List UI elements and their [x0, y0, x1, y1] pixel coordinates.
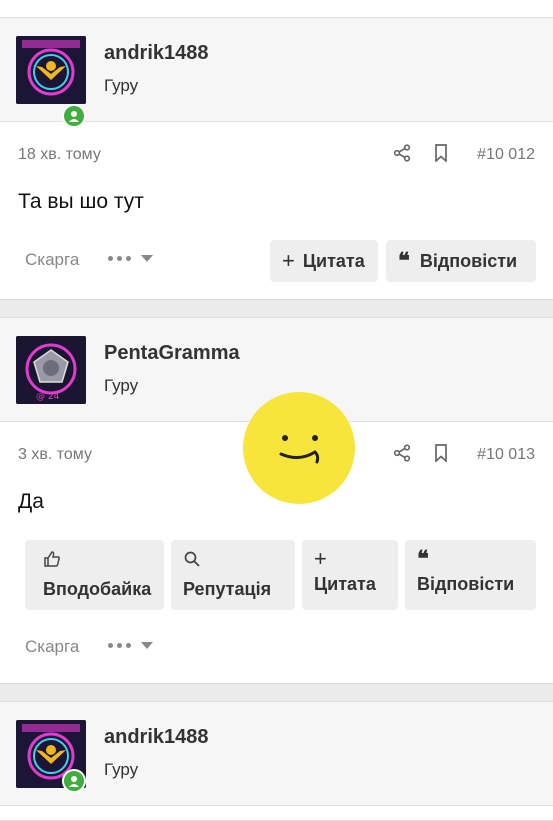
reply-button[interactable]: ❝ Відповісти — [386, 240, 536, 282]
post-author-header: andrik1488 Гуру — [0, 18, 553, 128]
reply-button[interactable]: ❝ Відповісти — [405, 540, 536, 610]
more-options[interactable] — [108, 642, 153, 649]
quote-button-label: Цитата — [302, 250, 365, 271]
share-icon[interactable] — [391, 442, 413, 464]
like-button-label: Вподобайка — [43, 579, 152, 599]
quote-icon: ❝ — [417, 546, 429, 571]
quote-button[interactable]: + Цитата — [302, 540, 398, 610]
smiley-sticker — [243, 392, 355, 504]
post-time[interactable]: 3 хв. тому — [18, 446, 92, 464]
reply-button-label: Відповісти — [419, 250, 518, 271]
reputation-button[interactable]: Репутація — [171, 540, 295, 610]
quote-button-label: Цитата — [314, 574, 376, 594]
online-user-icon — [62, 769, 86, 793]
post-card: andrik1488 Гуру — [0, 701, 553, 821]
post-time[interactable]: 18 хв. тому — [18, 146, 101, 164]
quote-icon: ❝ — [398, 248, 410, 273]
plus-icon: + — [282, 248, 295, 273]
avatar[interactable]: @ 24 — [16, 336, 86, 404]
reply-button-label: Відповісти — [417, 574, 515, 594]
chevron-down-icon — [141, 255, 153, 262]
post-author-header: andrik1488 Гуру — [0, 702, 553, 806]
post-text: Та вы шо тут — [18, 190, 144, 213]
online-user-icon — [62, 104, 86, 128]
author-name[interactable]: andrik1488 — [104, 726, 209, 749]
post-text: Да — [18, 490, 44, 513]
chevron-down-icon — [141, 642, 153, 649]
avatar[interactable] — [16, 36, 86, 104]
author-name[interactable]: PentaGramma — [104, 342, 240, 365]
author-rank: Гуру — [104, 376, 139, 395]
author-rank: Гуру — [104, 76, 139, 95]
report-link[interactable]: Скарга — [25, 637, 79, 657]
svg-text:@ 24: @ 24 — [36, 392, 60, 402]
bookmark-icon[interactable] — [430, 142, 452, 164]
plus-icon: + — [314, 546, 327, 571]
author-rank: Гуру — [104, 760, 139, 779]
bookmark-icon[interactable] — [430, 442, 452, 464]
report-link[interactable]: Скарга — [25, 250, 79, 270]
thumbs-up-icon — [43, 550, 61, 573]
author-name[interactable]: andrik1488 — [104, 42, 209, 65]
post-card: andrik1488 Гуру 18 хв. тому #10 012 Та в… — [0, 17, 553, 300]
previous-post-card — [0, 0, 553, 18]
more-options[interactable] — [108, 255, 153, 262]
search-icon — [183, 550, 201, 573]
quote-button[interactable]: + Цитата — [270, 240, 378, 282]
like-button[interactable]: Вподобайка — [25, 540, 164, 610]
share-icon[interactable] — [391, 142, 413, 164]
reputation-button-label: Репутація — [183, 579, 272, 599]
post-number[interactable]: #10 013 — [477, 446, 535, 464]
post-number[interactable]: #10 012 — [477, 146, 535, 164]
